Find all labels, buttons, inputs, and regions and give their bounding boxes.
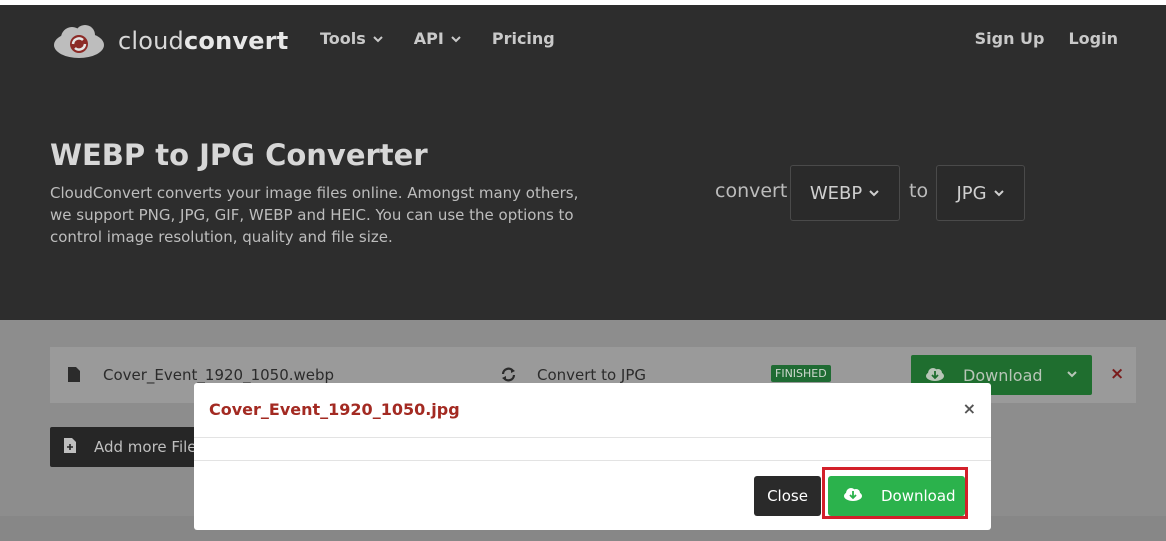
close-button[interactable]: Close (754, 476, 821, 516)
status-badge: FINISHED (771, 365, 831, 382)
nav-pricing[interactable]: Pricing (492, 29, 555, 48)
chevron-down-icon[interactable] (1066, 368, 1078, 380)
main-nav: Tools API Pricing (320, 29, 555, 48)
signup-link[interactable]: Sign Up (975, 29, 1045, 48)
chevron-down-icon (993, 190, 1004, 197)
file-icon (68, 367, 80, 386)
nav-api[interactable]: API (414, 29, 462, 48)
download-modal: Cover_Event_1920_1050.jpg × Close Downlo… (194, 383, 991, 530)
cloud-logo-icon (52, 23, 106, 59)
modal-divider (194, 437, 991, 438)
page-title: WEBP to JPG Converter (50, 138, 428, 172)
cloud-download-icon (925, 366, 945, 385)
chevron-down-icon (869, 190, 879, 197)
cloud-download-icon (843, 487, 863, 505)
from-format-select[interactable]: WEBP (790, 165, 900, 221)
to-format-select[interactable]: JPG (936, 165, 1025, 221)
add-more-files-button[interactable]: Add more Files (50, 427, 200, 467)
conversion-target: Convert to JPG (537, 366, 646, 384)
login-link[interactable]: Login (1068, 29, 1118, 48)
convert-label: convert (715, 180, 788, 202)
hero-header: cloudconvert Tools API Pricing Sign Up L… (0, 5, 1166, 320)
file-plus-icon (64, 437, 76, 457)
page-description: CloudConvert converts your image files o… (50, 184, 579, 246)
modal-divider (194, 460, 991, 461)
auth-links: Sign Up Login (975, 29, 1118, 48)
to-label: to (909, 180, 929, 202)
chevron-down-icon (451, 35, 461, 42)
modal-title: Cover_Event_1920_1050.jpg (209, 400, 460, 419)
logo-text: cloudconvert (118, 27, 289, 55)
logo[interactable]: cloudconvert (52, 23, 288, 59)
download-button[interactable]: Download (828, 476, 965, 516)
remove-file-icon[interactable]: × (1110, 364, 1124, 384)
nav-tools[interactable]: Tools (320, 29, 384, 48)
file-name: Cover_Event_1920_1050.webp (103, 366, 335, 384)
chevron-down-icon (373, 35, 383, 42)
modal-close-icon[interactable]: × (963, 399, 976, 418)
